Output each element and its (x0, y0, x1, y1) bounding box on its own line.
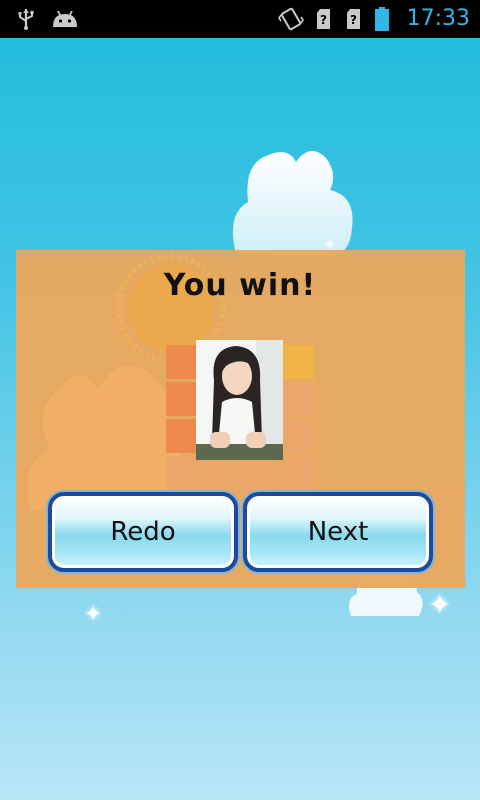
system-icons: ? ? (278, 6, 390, 36)
puzzle-tile (280, 345, 314, 379)
win-title: You win! (163, 268, 317, 303)
svg-text:?: ? (350, 13, 357, 27)
no-sim-icon: ? (314, 7, 334, 35)
completed-puzzle-photo (196, 340, 283, 460)
puzzle-tile (166, 456, 200, 490)
puzzle-tile (203, 456, 237, 490)
puzzle-tile (280, 419, 314, 453)
status-clock: 17:33 (406, 6, 470, 31)
battery-icon (374, 6, 390, 36)
puzzle-tile (280, 456, 314, 490)
svg-text:?: ? (320, 13, 327, 27)
notification-icons (14, 7, 80, 35)
sparkle-icon: ✦ (84, 602, 103, 627)
puzzle-tile (240, 456, 274, 490)
sparkle-icon: ✦ (428, 588, 452, 621)
vibrate-icon (278, 6, 304, 36)
next-button[interactable]: Next (243, 492, 433, 572)
no-sim-icon: ? (344, 7, 364, 35)
android-debug-icon (50, 7, 80, 35)
puzzle-tile (166, 345, 200, 379)
usb-icon (14, 7, 38, 35)
redo-button[interactable]: Redo (48, 492, 238, 572)
cloud-decoration (232, 150, 353, 256)
status-bar: ? ? 17:33 (0, 0, 480, 38)
puzzle-tile (166, 382, 200, 416)
puzzle-tile (166, 419, 200, 453)
puzzle-tile (280, 382, 314, 416)
